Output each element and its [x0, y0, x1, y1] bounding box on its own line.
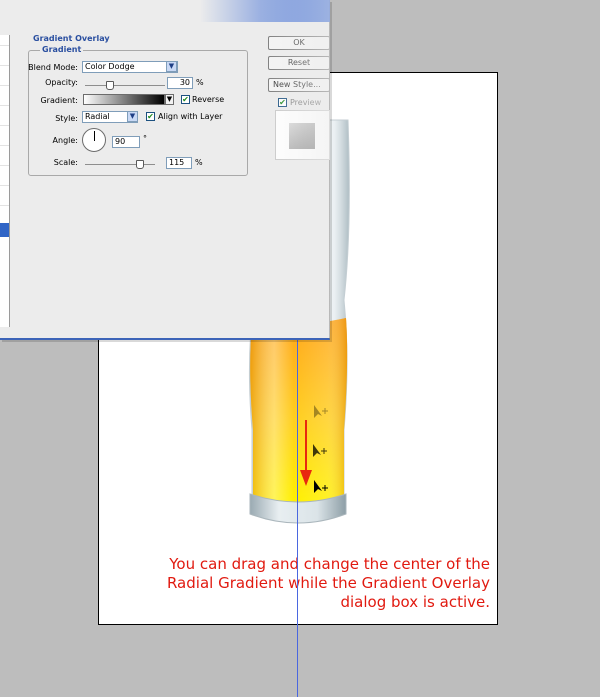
new-style-button-label: New Style...: [273, 80, 321, 89]
angle-label: Angle:: [52, 136, 78, 145]
styles-list-selected-item[interactable]: [0, 223, 9, 237]
reverse-checkbox[interactable]: ✔: [181, 95, 190, 104]
preview-swatch: [289, 123, 315, 149]
preview-checkbox[interactable]: ✔: [278, 98, 287, 107]
gradient-label: Gradient:: [40, 96, 78, 105]
opacity-value: 30: [179, 78, 190, 87]
styles-list[interactable]: [0, 35, 10, 327]
opacity-slider-thumb[interactable]: [106, 81, 114, 90]
photoshop-workspace: You can drag and change the center of th…: [0, 0, 600, 697]
angle-input[interactable]: 90: [112, 136, 140, 148]
blend-mode-select[interactable]: Color Dodge: [82, 61, 178, 73]
opacity-slider-track[interactable]: [85, 85, 165, 86]
scale-label: Scale:: [53, 158, 78, 167]
align-with-layer-label: Align with Layer: [158, 112, 223, 121]
preview-label: Preview: [290, 98, 322, 107]
annotation-text: You can drag and change the center of th…: [160, 555, 490, 612]
ok-button-label: OK: [293, 38, 305, 47]
style-preview: [275, 110, 330, 160]
opacity-input[interactable]: 30: [167, 77, 193, 89]
angle-value: 90: [115, 137, 126, 146]
new-style-button[interactable]: New Style...: [268, 78, 330, 92]
scale-unit: %: [195, 158, 203, 167]
align-with-layer-checkbox[interactable]: ✔: [146, 112, 155, 121]
annotation-line: Radial Gradient while the Gradient Overl…: [166, 574, 490, 592]
style-value: Radial: [85, 112, 110, 121]
group-title: Gradient: [40, 45, 84, 54]
reverse-label: Reverse: [192, 95, 225, 104]
annotation-line: You can drag and change the center of th…: [169, 555, 490, 573]
gradient-dropdown-icon[interactable]: ▼: [165, 94, 174, 105]
blend-mode-label: Blend Mode:: [28, 63, 78, 72]
angle-dial[interactable]: [82, 128, 106, 152]
panel-title: Gradient Overlay: [33, 34, 110, 43]
scale-value: 115: [169, 158, 185, 167]
chevron-down-icon[interactable]: ▼: [166, 61, 177, 72]
opacity-unit: %: [196, 78, 204, 87]
style-label: Style:: [55, 114, 78, 123]
reset-button-label: Reset: [287, 58, 311, 67]
opacity-label: Opacity:: [45, 78, 78, 87]
dialog-titlebar[interactable]: [200, 0, 330, 22]
angle-unit: °: [143, 134, 147, 143]
reset-button[interactable]: Reset: [268, 56, 330, 70]
blend-mode-value: Color Dodge: [85, 62, 135, 71]
scale-input[interactable]: 115: [166, 157, 192, 169]
gradient-picker[interactable]: [83, 94, 165, 105]
ok-button[interactable]: OK: [268, 36, 330, 50]
scale-slider-track[interactable]: [85, 164, 155, 165]
annotation-line: dialog box is active.: [340, 593, 490, 611]
scale-slider-thumb[interactable]: [135, 160, 144, 169]
chevron-down-icon[interactable]: ▼: [127, 111, 138, 122]
